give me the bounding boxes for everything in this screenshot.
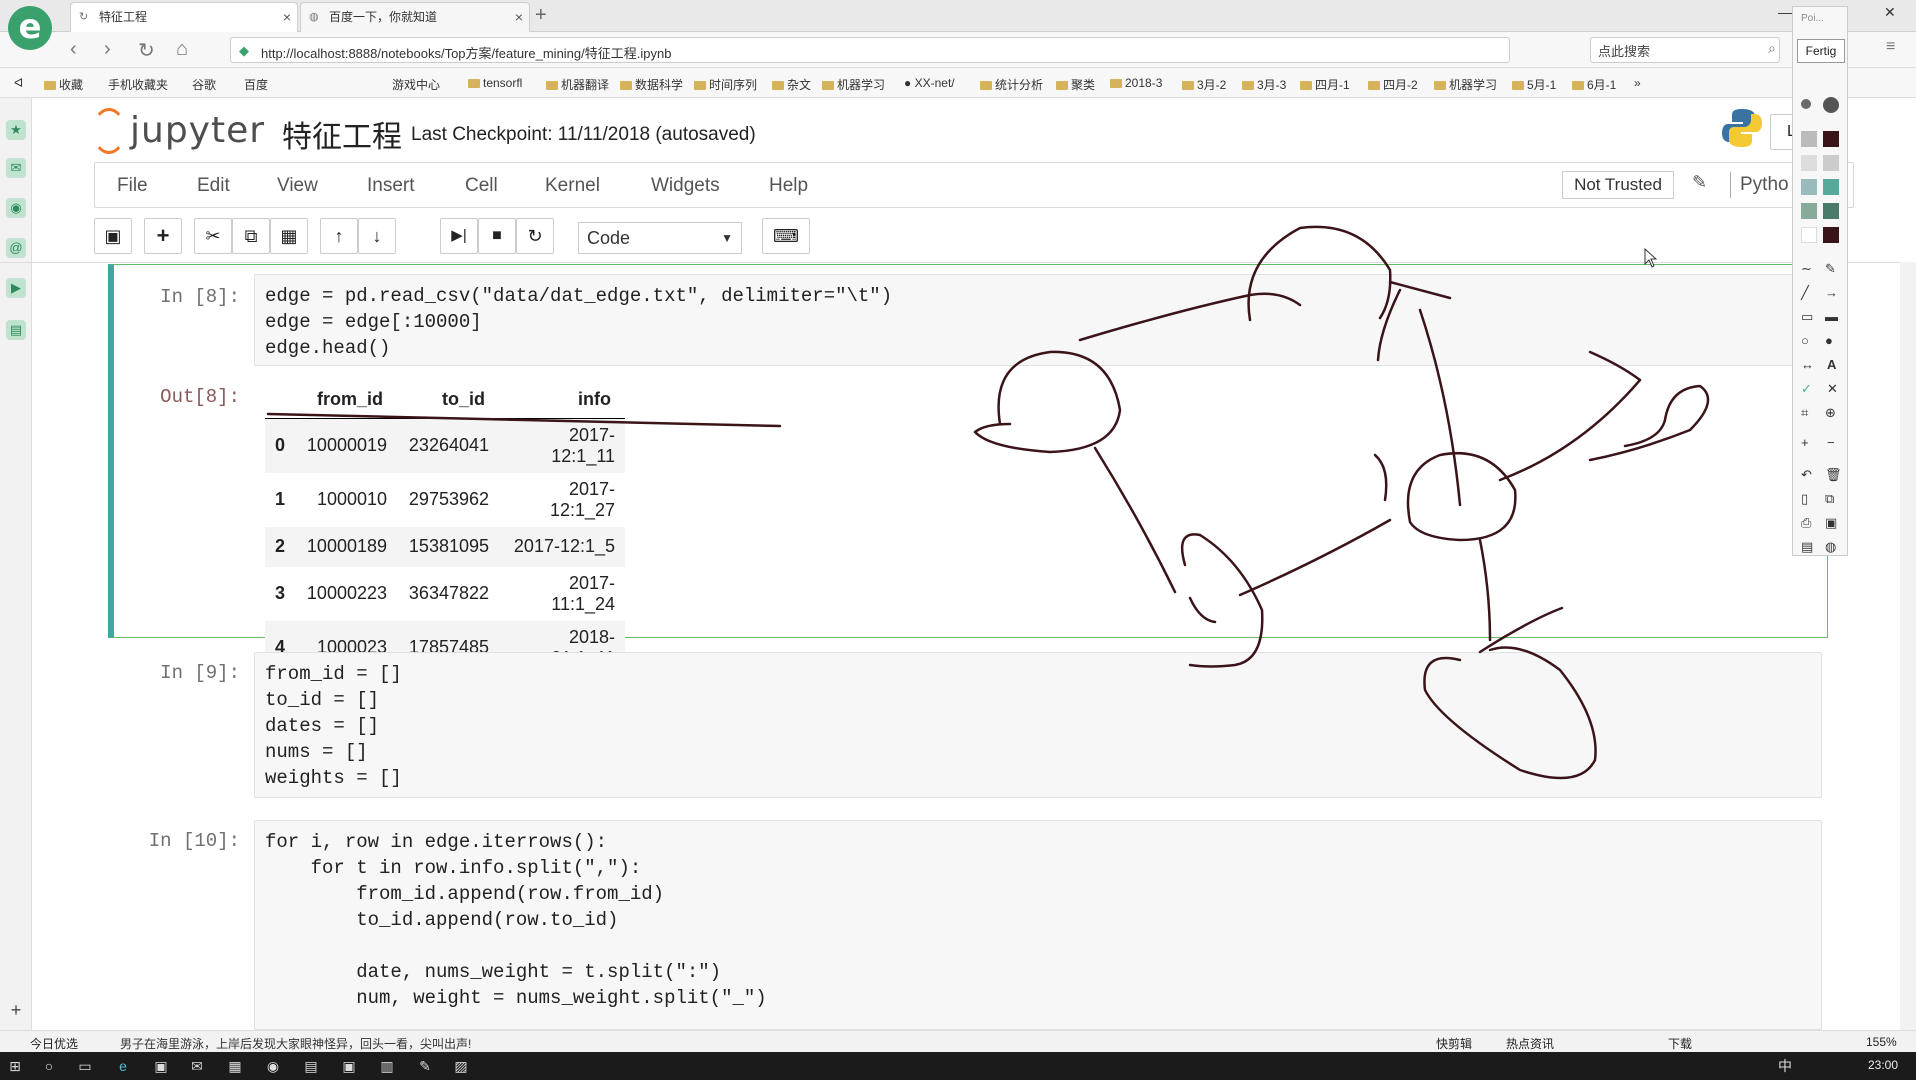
ink-edge-stroke (1238, 518, 1392, 597)
done-button[interactable]: Fertig (1797, 39, 1845, 63)
ink-node-stroke (1588, 384, 1710, 462)
search-icon[interactable]: ○ (40, 1057, 58, 1075)
vertical-scrollbar[interactable] (1900, 262, 1916, 1034)
double-arrow-icon[interactable]: ↔ (1801, 357, 1814, 372)
save-icon[interactable]: ▣ (1825, 515, 1837, 531)
ink-underline (266, 412, 782, 428)
filled-ellipse-icon[interactable]: ● (1825, 333, 1833, 348)
color-swatch[interactable] (1823, 155, 1839, 171)
check-icon[interactable]: ✓ (1801, 381, 1812, 397)
globe-icon[interactable]: ◍ (1825, 539, 1836, 555)
browser-status-bar: 今日优选 男子在海里游泳，上岸后发现大家眼神怪异，回头一看，尖叫出声! 快剪辑 … (0, 1030, 1916, 1052)
ink-edge-stroke (1188, 596, 1217, 624)
app-icon[interactable]: ▦ (226, 1057, 244, 1075)
filled-rectangle-icon[interactable]: ▬ (1825, 309, 1838, 324)
app-icon[interactable]: ▨ (452, 1057, 470, 1075)
zoom-icon[interactable]: ⊕ (1825, 405, 1836, 421)
mail-icon[interactable]: ✉ (188, 1057, 206, 1075)
color-swatch[interactable] (1823, 203, 1839, 219)
rectangle-icon[interactable]: ▭ (1801, 309, 1813, 325)
store-icon[interactable]: ▣ (152, 1057, 170, 1075)
color-swatch[interactable] (1801, 179, 1817, 195)
ink-edge-stroke (1093, 446, 1177, 594)
ink-node-stroke (1423, 646, 1597, 780)
folder-icon[interactable]: ▤ (302, 1057, 320, 1075)
crop-icon[interactable]: ⌗ (1801, 405, 1808, 421)
arrow-icon[interactable]: → (1825, 285, 1838, 300)
ink-edge-stroke (1478, 606, 1564, 654)
color-swatch[interactable] (1801, 155, 1817, 171)
status-today-pick[interactable]: 今日优选 (30, 1035, 78, 1052)
minus-icon[interactable]: − (1827, 435, 1835, 450)
print-icon[interactable]: ⎙ (1801, 515, 1811, 531)
windows-start-icon[interactable]: ⊞ (6, 1057, 24, 1075)
color-swatch[interactable] (1801, 131, 1817, 147)
status-hot-news[interactable]: 热点资讯 (1506, 1035, 1554, 1052)
color-swatch[interactable] (1823, 131, 1839, 147)
cross-icon[interactable]: ✕ (1827, 381, 1838, 397)
ink-node-stroke (1247, 225, 1392, 322)
trash-icon[interactable]: 🗑 (1825, 467, 1842, 483)
ink-node-stroke (973, 350, 1122, 454)
undo-icon[interactable]: ↶ (1801, 467, 1812, 483)
image-icon[interactable]: ▤ (1801, 539, 1813, 555)
status-quick-clip[interactable]: 快剪辑 (1436, 1035, 1472, 1052)
page-icon[interactable]: ▯ (1801, 491, 1808, 507)
ellipse-icon[interactable]: ○ (1801, 333, 1809, 348)
pen-size-large[interactable] (1823, 97, 1839, 113)
browser-logo-icon: e (8, 6, 52, 50)
pen-tool-palette: Poi... Fertig ∼ ✎ ╱ → ▭ ▬ ○ ● ↔ A ✓ ✕ ⌗ … (1792, 6, 1848, 556)
pen-size-small[interactable] (1801, 99, 1811, 109)
cursor-icon (1644, 248, 1658, 268)
status-downloads[interactable]: 下载 (1668, 1035, 1692, 1052)
taskbar: ⊞ ○ ▭ e ▣ ✉ ▦ ◉ ▤ ▣ ▥ ✎ ▨ 中 23:00 (0, 1052, 1916, 1080)
status-news[interactable]: 男子在海里游泳，上岸后发现大家眼神怪异，回头一看，尖叫出声! (120, 1035, 471, 1052)
ink-node-stroke (1406, 451, 1517, 542)
ink-edge-stroke (1498, 350, 1642, 482)
color-swatch[interactable] (1801, 203, 1817, 219)
highlighter-icon[interactable]: ✎ (1825, 261, 1836, 277)
app-icon[interactable]: ✎ (416, 1057, 434, 1075)
ink-annotation-layer (266, 225, 1710, 780)
ink-edge-stroke (1478, 538, 1492, 642)
task-view-icon[interactable]: ▭ (76, 1057, 94, 1075)
copy-icon[interactable]: ⧉ (1825, 491, 1834, 507)
status-zoom[interactable]: 155% (1866, 1035, 1897, 1049)
freehand-icon[interactable]: ∼ (1801, 261, 1812, 277)
plus-icon[interactable]: + (1801, 435, 1809, 450)
app-icon[interactable]: ◉ (264, 1057, 282, 1075)
palette-title: Poi... (1801, 13, 1824, 24)
line-icon[interactable]: ╱ (1801, 285, 1809, 301)
text-icon[interactable]: A (1827, 357, 1836, 372)
color-swatch[interactable] (1801, 227, 1817, 243)
ink-edge-stroke (1376, 288, 1402, 362)
ink-node-stroke (1180, 533, 1264, 668)
color-swatch[interactable] (1823, 179, 1839, 195)
app-icon[interactable]: ▥ (378, 1057, 396, 1075)
browser-taskbar-icon[interactable]: e (114, 1057, 132, 1075)
ink-edge-stroke (1418, 308, 1462, 507)
ime-indicator[interactable]: 中 (1776, 1057, 1794, 1075)
ink-edge-stroke (1373, 453, 1388, 502)
ink-edge-stroke (1078, 292, 1302, 342)
app-icon[interactable]: ▣ (340, 1057, 358, 1075)
system-clock[interactable]: 23:00 (1868, 1058, 1898, 1072)
color-swatch[interactable] (1823, 227, 1839, 243)
